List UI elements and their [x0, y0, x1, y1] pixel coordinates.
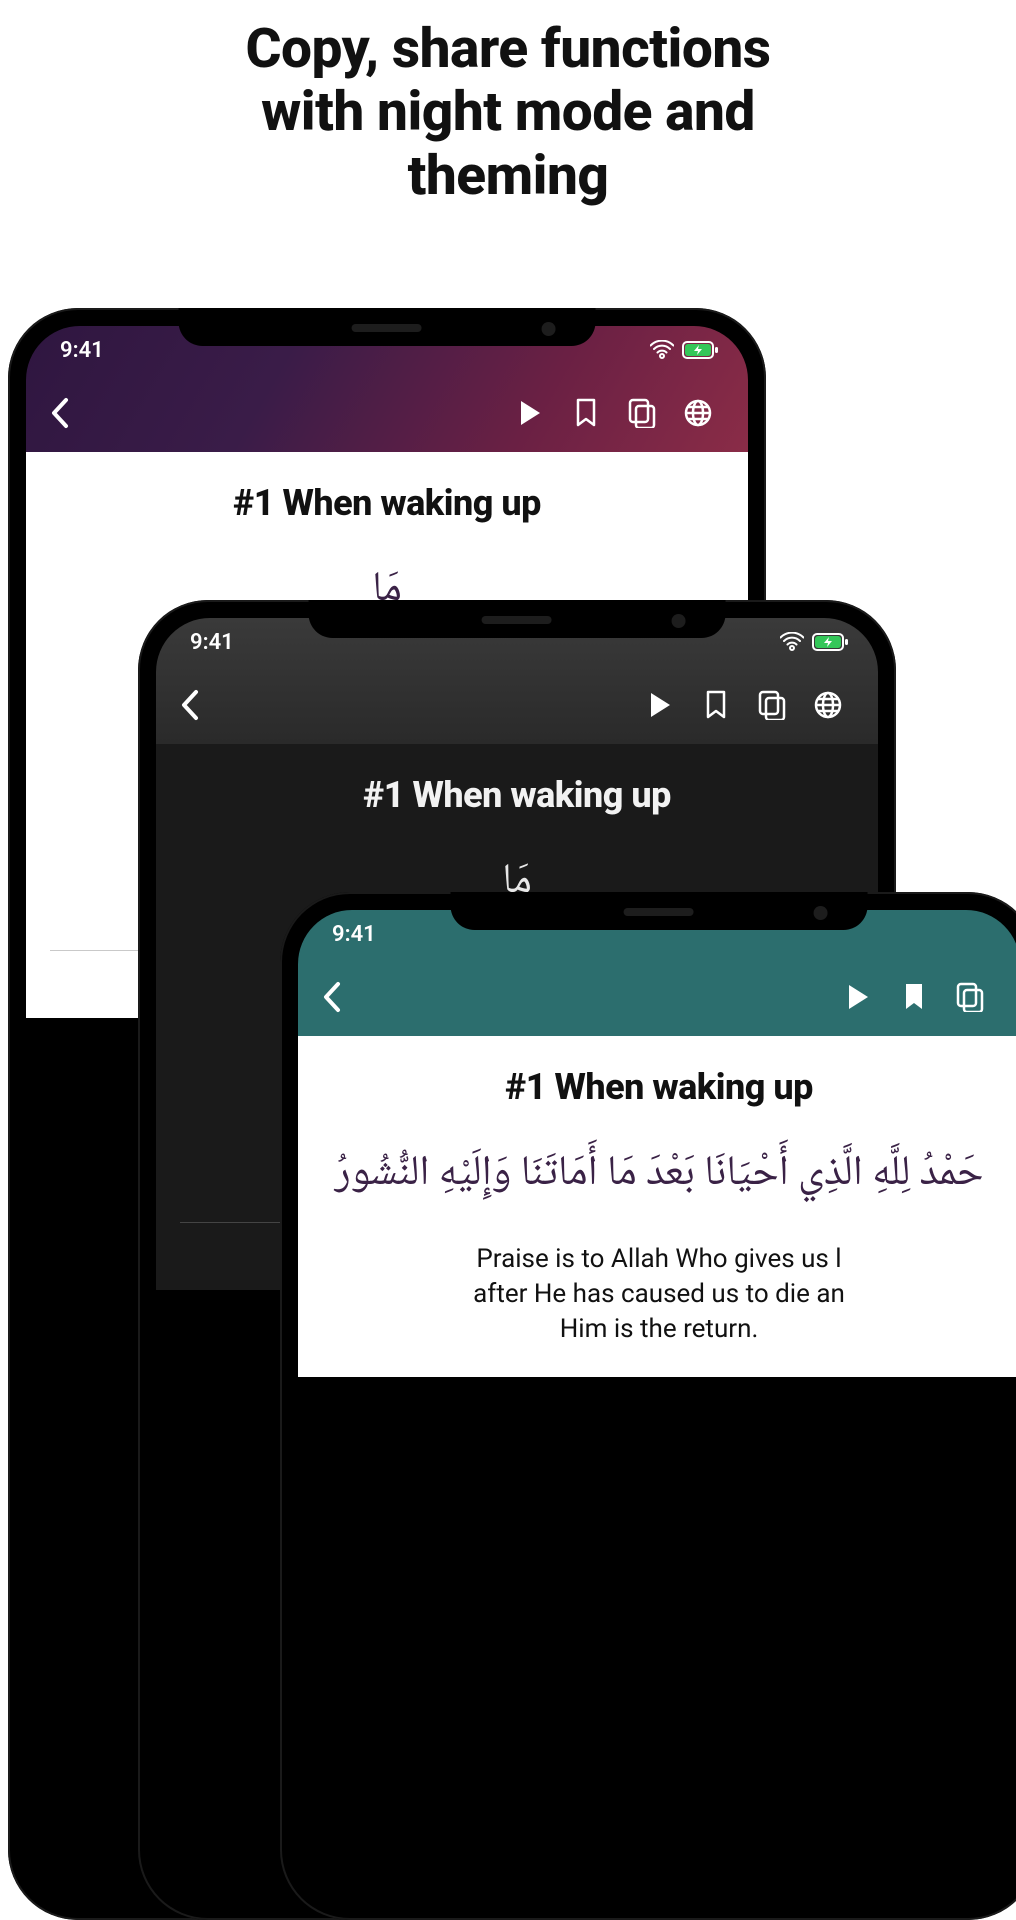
bookmark-button[interactable]	[886, 982, 942, 1012]
language-button[interactable]	[800, 690, 856, 720]
status-time: 9:41	[332, 922, 376, 947]
device-notch	[309, 600, 726, 638]
device-notch	[451, 892, 868, 930]
entry-title: #1 When waking up	[180, 774, 854, 816]
bookmark-button[interactable]	[558, 398, 614, 428]
entry-title: #1 When waking up	[50, 482, 724, 524]
marketing-headline: Copy, share functions with night mode an…	[0, 0, 1016, 208]
headline-line-3: theming	[0, 145, 1016, 208]
content-area: #1 When waking up حَمْدُ لِلَّهِ الَّذِي…	[298, 1036, 1016, 1377]
wifi-icon	[650, 340, 674, 360]
entry-title: #1 When waking up	[322, 1066, 996, 1108]
headline-line-1: Copy, share functions	[0, 18, 1016, 81]
battery-charging-icon	[682, 341, 718, 359]
arabic-text: حَمْدُ لِلَّهِ الَّذِي أَحْيَانَا بَعْدَ…	[322, 1136, 996, 1216]
copy-button[interactable]	[614, 398, 670, 428]
play-button[interactable]	[632, 691, 688, 719]
back-button[interactable]	[178, 688, 218, 722]
toolbar	[156, 666, 878, 744]
copy-button[interactable]	[942, 982, 998, 1012]
status-time: 9:41	[190, 630, 234, 655]
toolbar	[26, 374, 748, 452]
battery-charging-icon	[812, 633, 848, 651]
back-button[interactable]	[48, 396, 88, 430]
english-translation: Praise is to Allah Who gives us l after …	[322, 1242, 996, 1347]
device-notch	[179, 308, 596, 346]
play-button[interactable]	[502, 399, 558, 427]
toolbar	[298, 958, 1016, 1036]
language-button[interactable]	[670, 398, 726, 428]
bookmark-button[interactable]	[688, 690, 744, 720]
phone-mockup-3: 9:41	[280, 892, 1016, 1920]
wifi-icon	[780, 632, 804, 652]
headline-line-2: with night mode and	[0, 81, 1016, 144]
status-time: 9:41	[60, 338, 104, 363]
copy-button[interactable]	[744, 690, 800, 720]
back-button[interactable]	[320, 980, 360, 1014]
play-button[interactable]	[830, 983, 886, 1011]
